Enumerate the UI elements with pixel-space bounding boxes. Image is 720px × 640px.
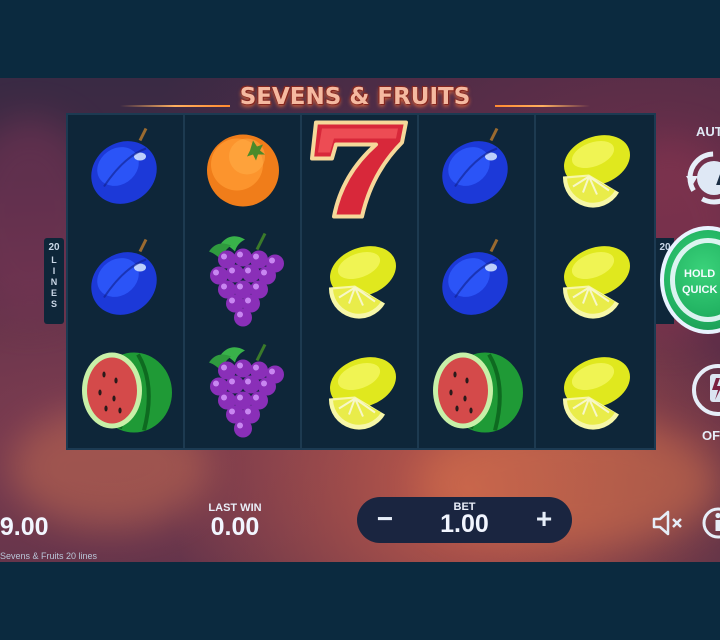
speaker-muted-icon: [652, 510, 682, 536]
reel-cell: [302, 226, 417, 337]
quick-label: QUICK: [682, 284, 718, 296]
reel-3: [302, 115, 419, 448]
reel-1: [68, 115, 185, 448]
lines-count: 20: [48, 242, 60, 253]
bottom-letterbox: [0, 562, 720, 640]
turbo-button[interactable]: OF: [688, 362, 720, 452]
reel-cell: [419, 226, 534, 337]
balance-value: 99.00: [0, 513, 49, 541]
reel-4: [419, 115, 536, 448]
logo-flame-right: [495, 105, 590, 107]
bet-control: − BET 1.00 +: [357, 497, 572, 543]
reel-cell: [185, 226, 300, 337]
lemon-icon: [549, 237, 639, 326]
reel-cell: [185, 337, 300, 448]
spin-ring: [670, 238, 720, 322]
watermelon-icon: [427, 344, 527, 441]
sound-toggle-button[interactable]: [650, 509, 686, 537]
game-logo: SEVENS & FRUITS: [120, 84, 590, 114]
game-subtitle: Sevens & Fruits 20 lines: [0, 551, 98, 561]
info-button[interactable]: [698, 506, 720, 540]
plum-icon: [435, 237, 519, 326]
reel-cell: [302, 115, 417, 226]
turbo-icon: [692, 364, 720, 416]
svg-text:A: A: [716, 166, 720, 190]
game-title: SEVENS & FRUITS: [239, 84, 471, 110]
reel-cell: [68, 337, 183, 448]
reel-cell: [68, 226, 183, 337]
reel-cell: [536, 337, 651, 448]
lemon-icon: [549, 348, 639, 437]
reel-cell: [536, 115, 651, 226]
reel-cell: [536, 226, 651, 337]
plum-icon: [84, 237, 168, 326]
lines-word: LINES: [50, 255, 58, 309]
reel-grid: [66, 113, 656, 450]
bet-increase-button[interactable]: +: [520, 497, 568, 543]
reel-cell: [185, 115, 300, 226]
plum-icon: [435, 126, 519, 215]
orange-icon: [201, 126, 285, 215]
lemon-icon: [549, 126, 639, 215]
lemon-icon: [315, 237, 405, 326]
autoplay-button[interactable]: AUTO A: [680, 124, 720, 214]
autoplay-label: AUTO: [696, 124, 720, 139]
reel-2: [185, 115, 302, 448]
watermelon-icon: [76, 344, 176, 441]
lines-indicator-left: 20 LINES: [44, 238, 64, 324]
logo-flame-left: [120, 105, 230, 107]
reel-5: [536, 115, 653, 448]
bet-decrease-button[interactable]: −: [361, 497, 409, 543]
reel-cell: [419, 115, 534, 226]
hold-label: HOLD: [684, 268, 716, 280]
seven-icon: [306, 116, 414, 225]
bet-value: 1.00: [440, 510, 489, 538]
last-win-value: 0.00: [210, 513, 260, 541]
reel-cell: [419, 337, 534, 448]
turbo-label: OF: [702, 428, 720, 443]
lemon-icon: [315, 348, 405, 437]
grapes-icon: [191, 229, 295, 334]
grapes-icon: [191, 340, 295, 445]
top-letterbox: [0, 0, 720, 78]
info-icon: [702, 507, 720, 539]
reel-cell: [302, 337, 417, 448]
plum-icon: [84, 126, 168, 215]
reel-cell: [68, 115, 183, 226]
autoplay-icon: A: [686, 151, 720, 205]
